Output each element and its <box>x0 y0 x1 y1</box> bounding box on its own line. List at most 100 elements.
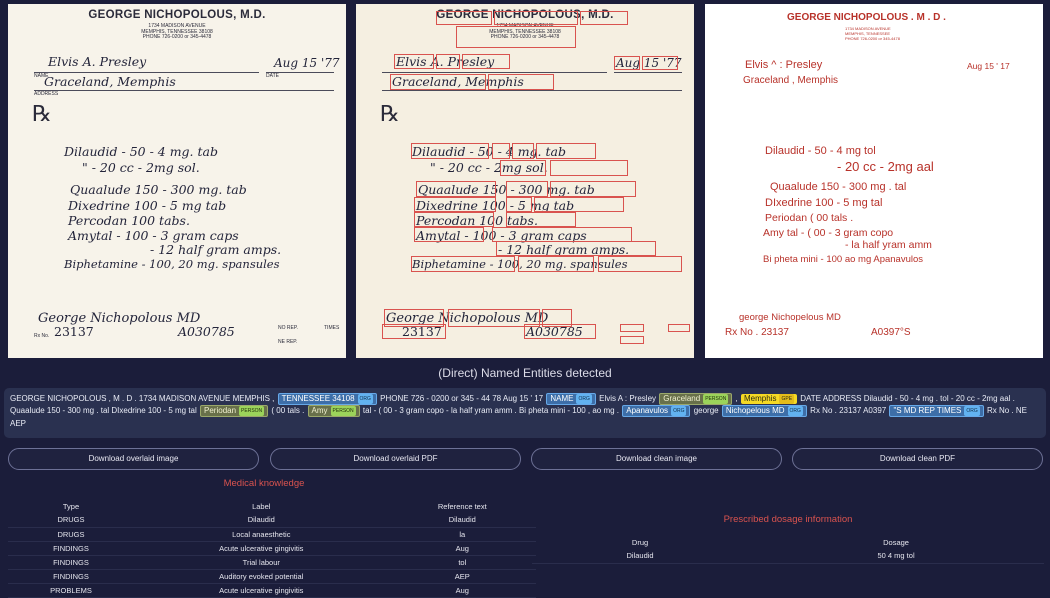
ocr-box <box>416 181 496 197</box>
dosage-title: Prescribed dosage information <box>723 514 853 525</box>
ocr-date: Aug 15 ' 17 <box>967 61 1010 71</box>
ocr-box <box>414 197 496 212</box>
ocr-box <box>494 11 578 25</box>
ocr-rx-line: Dilaudid - 50 - 4 mg tol <box>765 145 876 157</box>
rx-line: Quaalude 150 - 300 mg. tab <box>70 182 247 197</box>
ocr-box <box>614 56 640 70</box>
doctor-address: 1734 MADISON AVENUE MEMPHIS, TENNESSEE 3… <box>141 23 213 40</box>
entity-gpe[interactable]: Memphis GPE <box>741 394 798 405</box>
ocr-box <box>436 11 492 25</box>
table-row: PROBLEMS Acute ulcerative gingivitis Aug <box>8 583 536 598</box>
table-row: Dilaudid 50 4 mg tol <box>532 549 1044 564</box>
ocr-patient: Elvis ^ : Presley <box>745 59 823 71</box>
ocr-box <box>642 56 678 70</box>
ocr-rx-line: Quaalude 150 - 300 mg . tal <box>770 181 907 193</box>
ocr-rx-line: DIxedrine 100 - 5 mg tal <box>765 197 883 209</box>
ocr-signature: george Nichopelous MD <box>739 312 841 323</box>
ocr-box <box>496 241 656 256</box>
ocr-text-render: GEORGE NICHOPOLOUS . M . D . 1734 MADISO… <box>705 4 1043 358</box>
image-panels: GEORGE NICHOPOLOUS, M.D. 1734 MADISON AV… <box>0 0 1050 360</box>
rx-line: Dilaudid - 50 - 4 mg. tab <box>64 144 218 159</box>
table-header-row: Type Label Reference text <box>8 499 536 513</box>
doctor-header: GEORGE NICHOPOLOUS, M.D. <box>88 9 266 21</box>
ocr-box <box>411 256 515 272</box>
ocr-box <box>492 143 510 159</box>
address-label: ADDRESS <box>34 91 59 97</box>
ocr-box <box>620 336 644 344</box>
original-prescription-image: GEORGE NICHOPOLOUS, M.D. 1734 MADISON AV… <box>8 4 346 358</box>
times-label: TIMES <box>324 325 340 331</box>
rx-line: Amytal - 100 - 3 gram caps <box>68 228 239 243</box>
ocr-box <box>518 256 594 272</box>
column-header: Reference text <box>437 501 487 511</box>
ocr-box <box>436 54 460 69</box>
patient-name: Elvis A. Presley <box>48 54 147 69</box>
entity-person[interactable]: Periodan PERSON <box>200 405 269 418</box>
table-row: FINDINGS Acute ulcerative gingivitis Aug <box>8 541 536 556</box>
ocr-box <box>506 197 532 212</box>
ocr-box <box>668 324 690 332</box>
clean-ocr-image: GEORGE NICHOPOLOUS . M . D . 1734 MADISO… <box>705 4 1043 358</box>
entity-org[interactable]: Nichopelous MD ORG <box>721 405 807 418</box>
ocr-box <box>550 160 628 176</box>
entity-org[interactable]: "S MD REP TIMES ORG <box>889 405 984 418</box>
entity-org[interactable]: Apanavulos ORG <box>622 405 691 418</box>
ocr-box <box>536 143 596 159</box>
ocr-rx-line: - 20 cc - 2mg aal <box>837 159 934 174</box>
named-entities-title: (Direct) Named Entities detected <box>438 366 612 380</box>
entity-person[interactable]: Graceland PERSON <box>659 393 733 406</box>
entity-org[interactable]: NAME ORG <box>546 393 596 406</box>
rx-line: Dixedrine 100 - 5 mg tab <box>68 198 227 213</box>
ocr-rx-number: Rx No . 23137 <box>725 327 789 338</box>
patient-address: Graceland, Memphis <box>44 74 176 89</box>
rx-number: 23137 <box>54 324 94 339</box>
ocr-rx-line: - la half yram amm <box>845 239 932 251</box>
column-header: Dosage <box>883 537 909 547</box>
table-header-row: Drug Dosage <box>532 535 1044 549</box>
ocr-rx-line: Bi pheta mini - 100 ao mg Apanavulos <box>763 254 924 265</box>
column-header: Type <box>62 501 80 511</box>
rx-no-label: Rx No. <box>34 333 50 339</box>
ocr-box <box>414 212 494 227</box>
prescription-original: GEORGE NICHOPOLOUS, M.D. 1734 MADISON AV… <box>8 4 346 358</box>
rx-line: - 12 half gram amps. <box>150 242 282 257</box>
entity-org[interactable]: TENNESSEE 34108 ORG <box>277 393 377 406</box>
medical-knowledge-table: Type Label Reference text DRUGS Dilaudid D… <box>8 499 536 598</box>
ocr-rx-line: Amy tal - ( 00 - 3 gram copo <box>763 227 894 239</box>
entity-person[interactable]: Amy PERSON <box>307 405 360 418</box>
medical-knowledge-title: Medical knowledge <box>223 478 305 489</box>
ocr-box <box>550 181 636 197</box>
rx-line: Biphetamine - 100, 20 mg. spansules <box>64 257 280 271</box>
ocr-box <box>462 54 510 69</box>
date-label: DATE <box>266 73 279 79</box>
download-overlaid-pdf-button[interactable]: Download overlaid PDF <box>270 448 521 470</box>
rx-symbol: ℞ <box>32 102 52 127</box>
ocr-box <box>506 181 548 197</box>
named-entities-box: GEORGE NICHOPOLOUS , M . D . 1734 MADISO… <box>4 388 1046 438</box>
ocr-box <box>534 197 624 212</box>
ocr-address: 1734 MADISON AVENUE MEMPHIS, TENNESSEE P… <box>845 26 900 41</box>
ocr-license: A0397°S <box>871 327 911 338</box>
ocr-box <box>411 143 489 159</box>
rx-date: Aug 15 '77 <box>274 56 340 70</box>
download-clean-image-button[interactable]: Download clean image <box>531 448 782 470</box>
ocr-box <box>492 227 632 242</box>
license-number: A030785 <box>178 324 235 339</box>
table-row: FINDINGS Auditory evoked potential AEP <box>8 569 536 584</box>
overlaid-prescription-image: GEORGE NICHOPOLOUS, M.D. 1734 MADISON AV… <box>356 4 694 358</box>
ocr-box <box>598 256 682 272</box>
no-rep-label: NO REP. <box>278 325 298 331</box>
ocr-box <box>456 26 576 48</box>
ocr-header: GEORGE NICHOPOLOUS . M . D . <box>787 12 946 23</box>
ocr-box <box>488 74 554 90</box>
ocr-box <box>394 54 434 69</box>
table-row: DRUGS Local anaesthetic la <box>8 527 536 542</box>
ocr-box <box>382 324 446 339</box>
ocr-box <box>620 324 644 332</box>
download-clean-pdf-button[interactable]: Download clean PDF <box>792 448 1043 470</box>
ocr-box <box>500 160 546 176</box>
ocr-address-line: Graceland , Memphis <box>743 75 839 86</box>
ocr-box <box>414 227 484 242</box>
download-overlaid-image-button[interactable]: Download overlaid image <box>8 448 259 470</box>
ocr-box <box>580 11 628 25</box>
